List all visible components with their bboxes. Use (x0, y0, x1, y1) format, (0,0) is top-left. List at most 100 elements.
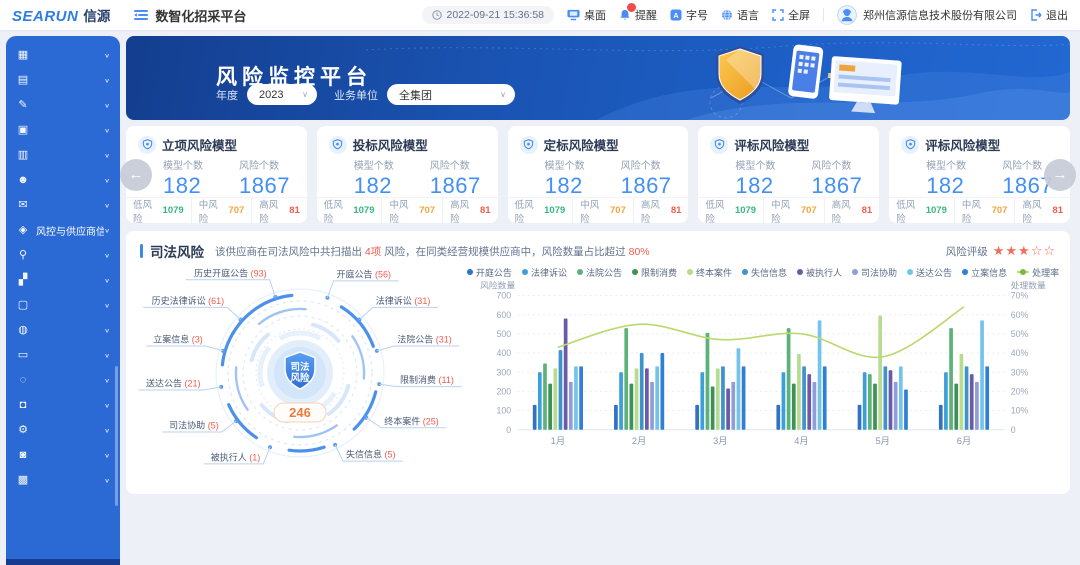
chevron-down-icon: ∨ (302, 90, 308, 99)
carousel-next-button[interactable]: → (1044, 158, 1076, 191)
legend-item[interactable]: 立案信息 (962, 266, 1007, 279)
legend-item[interactable]: 法院公告 (576, 266, 622, 279)
sidebar-item-lock[interactable]: ◘ ∨ (6, 393, 120, 418)
sidebar-item-search[interactable]: ⚲ ∨ (6, 243, 120, 268)
stat-model: 模型个数 182 (926, 157, 966, 199)
judicial-risk-radial-diagram: 司法 风险 246 开庭公告 (56) 法律诉讼 (31) 法院公告 (31) 限制消费 (… (138, 261, 470, 489)
legend-item[interactable]: 法律诉讼 (521, 266, 567, 279)
legend-dot (576, 269, 583, 275)
sidebar-item-circle[interactable]: ◌ ∨ (6, 368, 120, 393)
collapse-menu-icon[interactable] (134, 9, 149, 21)
legend-item[interactable]: 司法协助 (852, 266, 897, 279)
chevron-down-icon[interactable]: ∨ (104, 52, 110, 59)
model-card-stats: 模型个数 182 风险个数 1867 (710, 157, 867, 199)
chevron-down-icon[interactable]: ∨ (104, 77, 110, 84)
sidebar-item-package[interactable]: ◍ ∨ (6, 318, 120, 343)
year-select[interactable]: 2023 ∨ (247, 84, 317, 105)
chevron-down-icon[interactable]: ∨ (104, 427, 110, 434)
sidebar-item-card[interactable]: ▥ ∨ (6, 143, 120, 168)
doc-icon: ✉ (18, 199, 28, 211)
risk-description: 该供应商在司法风险中共扫描出 4项 风险，在同类经营规模供应商中，风险数量占比超… (215, 244, 650, 259)
model-card-title: 投标风险模型 (352, 139, 428, 153)
header-divider (823, 8, 824, 22)
desktop-button[interactable]: 桌面 (567, 7, 606, 23)
chevron-down-icon[interactable]: ∨ (104, 227, 110, 234)
legend-item[interactable]: 失信信息 (742, 266, 787, 279)
risk-model-card[interactable]: 投标风险模型 模型个数 182 风险个数 1867 低风险 1079 中风险 707 高风险 81 (316, 126, 498, 224)
risk-level-high: 高风险 81 (1014, 196, 1070, 223)
business-unit-select[interactable]: 全集团 ∨ (387, 84, 515, 105)
desc-text: 风险，在同类经营规模供应商中，风险数量占比超过 (381, 245, 629, 258)
risk-level-label: 中风险 (771, 199, 791, 224)
font-size-button[interactable]: A 字号 (670, 7, 708, 23)
sidebar-item-calendar[interactable]: ▤ ∨ (6, 68, 120, 93)
sidebar-item-gear[interactable]: ⚙ ∨ (6, 418, 120, 443)
sidebar-item-grid[interactable]: ▦ ∨ (6, 43, 120, 68)
svg-text:50%: 50% (1011, 329, 1029, 339)
sidebar-item-doc[interactable]: ✉ ∨ (6, 193, 120, 218)
logout-button[interactable]: 退出 (1030, 7, 1068, 23)
model-card-stats: 模型个数 182 风险个数 1867 (329, 157, 486, 199)
chevron-down-icon[interactable]: ∨ (104, 402, 110, 409)
archive-icon: ▢ (17, 299, 29, 311)
chevron-down-icon[interactable]: ∨ (104, 277, 110, 284)
sidebar-item-archive[interactable]: ▢ ∨ (6, 293, 120, 318)
desc-text: 该供应商在司法风险中共扫描出 (215, 245, 365, 258)
model-card-stats: 模型个数 182 风险个数 1867 (901, 157, 1058, 199)
risk-level-low: 低风险 1079 (317, 197, 382, 224)
stat-value: 182 (353, 173, 393, 198)
svg-text:300: 300 (496, 367, 511, 377)
legend-item-line[interactable]: 处理率 (1017, 266, 1059, 279)
sidebar-item-user[interactable]: ☻ ∨ (6, 168, 120, 193)
risk-level-value: 1079 (544, 205, 566, 216)
svg-text:历史法律诉讼 (61): 历史法律诉讼 (61) (152, 295, 225, 306)
svg-text:60%: 60% (1011, 310, 1029, 320)
risk-model-card[interactable]: 评标风险模型 模型个数 182 风险个数 1867 低风险 1079 中风险 707 高风险 81 (889, 126, 1070, 223)
legend-item[interactable]: 限制消费 (631, 266, 677, 279)
risk-level-label: 中风险 (198, 199, 218, 224)
sidebar-item-chart[interactable]: ▞ ∨ (6, 268, 120, 293)
chevron-down-icon[interactable]: ∨ (104, 127, 110, 134)
brand-logo[interactable]: SEA RUN 信源 (12, 5, 110, 25)
chevron-down-icon[interactable]: ∨ (104, 352, 110, 359)
fullscreen-button[interactable]: 全屏 (772, 7, 810, 23)
sidebar-item-bag[interactable]: ◙ ∨ (6, 443, 120, 468)
legend-item[interactable]: 终本案件 (686, 266, 732, 279)
svg-text:终本案件 (25): 终本案件 (25) (384, 415, 439, 426)
legend-item[interactable]: 开庭公告 (466, 266, 512, 279)
risk-model-card[interactable]: 定标风险模型 模型个数 182 风险个数 1867 低风险 1079 中风险 707 高风险 81 (507, 126, 689, 223)
chevron-down-icon[interactable]: ∨ (104, 452, 110, 459)
carousel-prev-button[interactable]: ← (120, 158, 152, 191)
chevron-down-icon[interactable]: ∨ (104, 102, 110, 109)
risk-model-card[interactable]: 立项风险模型 模型个数 182 风险个数 1867 低风险 1079 中风险 707 高风险 81 (126, 126, 307, 223)
chevron-down-icon[interactable]: ∨ (104, 327, 110, 334)
model-card-icon (328, 135, 347, 154)
user-menu[interactable]: 郑州信源信息技术股份有限公司 (837, 5, 1017, 25)
legend-item[interactable]: 送达公告 (907, 266, 952, 279)
sidebar-item-monitor[interactable]: ▭ ∨ (6, 343, 120, 368)
chevron-down-icon[interactable]: ∨ (104, 202, 110, 209)
chevron-down-icon[interactable]: ∨ (104, 302, 110, 309)
rating-label: 风险评级 (945, 245, 988, 258)
sidebar-item-shield[interactable]: ◈ 风控与供应商信用∨ (6, 218, 120, 243)
stat-value: 182 (544, 173, 583, 198)
chevron-down-icon[interactable]: ∨ (104, 377, 110, 384)
sidebar-item-edit[interactable]: ✎ ∨ (6, 93, 120, 118)
chevron-down-icon[interactable]: ∨ (104, 177, 110, 184)
notifications-button[interactable]: 提醒 (619, 2, 657, 23)
stat-risk: 风险个数 1867 (811, 157, 862, 199)
logout-label: 退出 (1046, 10, 1068, 22)
chevron-down-icon[interactable]: ∨ (104, 152, 110, 159)
sidebar-item-briefcase[interactable]: ▣ ∨ (6, 118, 120, 143)
chevron-down-icon[interactable]: ∨ (104, 477, 110, 484)
legend-item[interactable]: 被执行人 (797, 266, 842, 279)
risk-model-card[interactable]: 评标风险模型 模型个数 182 风险个数 1867 低风险 1079 中风险 707 高风险 81 (698, 126, 880, 224)
section-accent-bar (140, 244, 143, 258)
language-button[interactable]: 语言 (721, 7, 759, 23)
legend-dot (631, 269, 638, 275)
stat-model: 模型个数 182 (545, 157, 585, 199)
sidebar-item-journal[interactable]: ▩ ∨ (6, 468, 120, 493)
sidebar-scrollbar[interactable] (115, 366, 118, 506)
model-card-header: 评标风险模型 (710, 135, 867, 154)
chevron-down-icon[interactable]: ∨ (104, 252, 110, 259)
